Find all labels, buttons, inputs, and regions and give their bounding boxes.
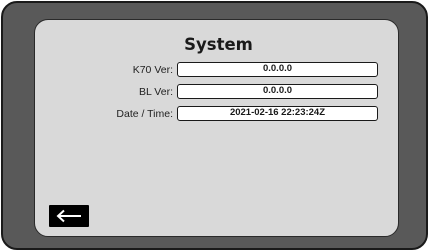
page-title: System <box>184 35 253 54</box>
bl-version-label: BL Ver: <box>138 86 173 98</box>
arrow-left-icon <box>56 209 81 223</box>
bl-version-value: 0.0.0.0 <box>177 84 378 99</box>
date-time-label: Date / Time: <box>116 108 173 120</box>
info-row-bl-version: BL Ver: 0.0.0.0 <box>35 83 398 101</box>
date-time-value: 2021-02-16 22:23:24Z <box>177 106 378 121</box>
info-row-k70-version: K70 Ver: 0.0.0.0 <box>35 61 398 79</box>
info-row-date-time: Date / Time: 2021-02-16 22:23:24Z <box>35 105 398 123</box>
k70-version-label: K70 Ver: <box>132 64 173 76</box>
display-screen: System K70 Ver: 0.0.0.0 BL Ver: 0.0.0.0 … <box>34 19 399 237</box>
back-button[interactable] <box>49 205 89 227</box>
device-bezel: System K70 Ver: 0.0.0.0 BL Ver: 0.0.0.0 … <box>1 1 428 250</box>
k70-version-value: 0.0.0.0 <box>177 62 378 77</box>
